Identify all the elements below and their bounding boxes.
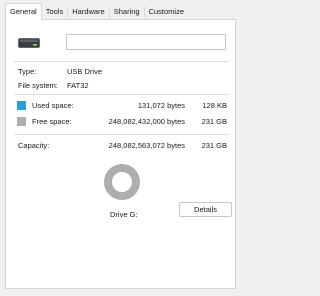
drive-letter-label: Drive G: <box>110 210 138 219</box>
free-space-bytes: 248,082,432,000 bytes <box>108 117 185 126</box>
usb-drive-icon <box>18 38 40 48</box>
free-space-label: Free space: <box>32 117 72 126</box>
tab-bar: General Tools Hardware Sharing Customize <box>5 3 188 20</box>
used-space-size: 128 KB <box>202 101 227 110</box>
file-system-label: File system: <box>18 81 59 90</box>
tab-tools[interactable]: Tools <box>42 4 68 19</box>
tab-sharing[interactable]: Sharing <box>110 4 144 19</box>
drive-properties-dialog: General Tools Hardware Sharing Customize… <box>0 0 247 296</box>
tab-customize[interactable]: Customize <box>145 4 188 19</box>
capacity-bytes: 248,082,563,072 bytes <box>108 141 185 150</box>
divider <box>14 134 229 135</box>
free-space-arc <box>104 164 140 200</box>
general-tab-panel: Type: USB Drive File system: FAT32 Used … <box>5 19 236 289</box>
divider <box>14 94 229 95</box>
free-space-swatch <box>17 117 26 126</box>
type-label: Type: <box>18 67 37 76</box>
capacity-label: Capacity: <box>18 141 50 150</box>
used-space-swatch <box>17 101 26 110</box>
used-space-label: Used space: <box>32 101 74 110</box>
details-button[interactable]: Details <box>179 202 232 217</box>
space-usage-ring <box>104 164 140 200</box>
used-space-bytes: 131,072 bytes <box>137 101 185 110</box>
divider <box>14 61 229 62</box>
drive-name-input[interactable] <box>66 34 226 50</box>
file-system-value: FAT32 <box>67 81 89 90</box>
capacity-size: 231 GB <box>201 141 227 150</box>
type-value: USB Drive <box>67 67 103 76</box>
free-space-size: 231 GB <box>201 117 227 126</box>
tab-general[interactable]: General <box>5 3 42 20</box>
tab-hardware[interactable]: Hardware <box>68 4 109 19</box>
